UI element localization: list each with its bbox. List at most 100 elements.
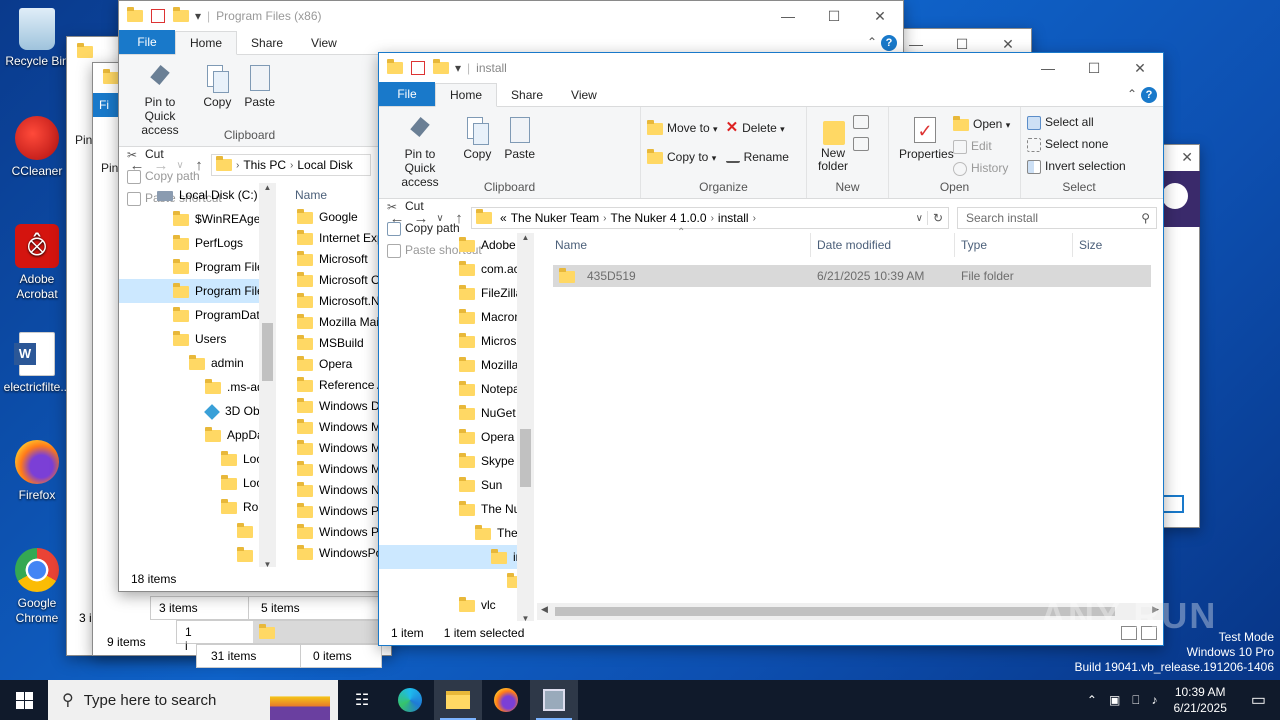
tab-view[interactable]: View: [297, 32, 351, 54]
file-list-item[interactable]: Microsoft O: [291, 270, 381, 291]
select-none-button[interactable]: Select none: [1027, 133, 1131, 155]
properties-check-icon[interactable]: [411, 61, 425, 75]
easy-access-icon[interactable]: [853, 137, 869, 151]
close-icon[interactable]: ✕: [1181, 149, 1193, 166]
ribbon-collapse-icon[interactable]: ⌃: [867, 35, 877, 49]
refresh-icon[interactable]: ↻: [926, 211, 948, 225]
file-list-item[interactable]: Mozilla Mai: [291, 312, 381, 333]
desktop-icon-chrome[interactable]: Google Chrome: [2, 548, 72, 626]
clock[interactable]: 10:39 AM 6/21/2025: [1173, 684, 1226, 716]
invert-selection-button[interactable]: Invert selection: [1027, 155, 1131, 177]
column-header-name[interactable]: Name: [291, 183, 381, 207]
file-list-item[interactable]: Windows M: [291, 438, 381, 459]
address-bar[interactable]: › This PC › Local Disk: [211, 154, 371, 176]
address-dropdown-icon[interactable]: ∨: [912, 213, 927, 224]
properties-button[interactable]: ✓ Properties: [895, 111, 954, 179]
breadcrumb-install[interactable]: install: [718, 211, 749, 225]
column-header-date[interactable]: Date modified: [811, 232, 955, 257]
tree-item[interactable]: .ms-ad: [119, 375, 259, 399]
new-folder-button[interactable]: New folder: [813, 111, 853, 177]
navigation-scrollbar[interactable]: ▲ ▼: [517, 233, 534, 623]
tree-item[interactable]: Adobe: [119, 519, 259, 543]
tree-item[interactable]: vlc: [379, 593, 519, 617]
taskbar-edge[interactable]: [386, 680, 434, 720]
new-item-icon[interactable]: [853, 115, 869, 129]
copy-button[interactable]: Copy: [198, 59, 236, 113]
file-list-item[interactable]: Windows N: [291, 480, 381, 501]
notification-icon[interactable]: ▭: [1237, 690, 1280, 710]
new-folder-qa-icon[interactable]: [173, 7, 189, 22]
file-list-item[interactable]: Microsoft.N: [291, 291, 381, 312]
file-list-item[interactable]: Windows Ph: [291, 501, 386, 522]
desktop-icon-word-doc[interactable]: W electricfilte...: [2, 332, 72, 395]
tree-item[interactable]: The N: [379, 521, 519, 545]
tree-item[interactable]: Users: [119, 327, 259, 351]
tree-item[interactable]: insta: [379, 545, 519, 569]
tree-item[interactable]: ProgramData: [119, 303, 259, 327]
tree-item[interactable]: PerfLogs: [119, 231, 259, 255]
tree-item[interactable]: The Nu: [379, 497, 519, 521]
explorer-window-install[interactable]: ▾ | install — ☐ ✕ File Home Share View ⌃ ?…: [378, 52, 1164, 646]
breadcrumb-overflow[interactable]: «: [500, 211, 507, 225]
column-header-size[interactable]: Size: [1073, 233, 1153, 257]
breadcrumb-local-disk[interactable]: Local Disk: [297, 158, 352, 172]
ribbon-collapse-icon[interactable]: ⌃: [1127, 87, 1137, 101]
tray-device-icon[interactable]: ▣: [1103, 693, 1126, 707]
tab-home[interactable]: Home: [435, 83, 498, 107]
tree-item[interactable]: FileZilla: [379, 281, 519, 305]
delete-button[interactable]: ✕ Delete ▾: [726, 117, 789, 146]
taskbar-search-input[interactable]: ⚲ Type here to search: [48, 680, 338, 720]
column-header-type[interactable]: Type: [955, 232, 1073, 257]
copy-to-button[interactable]: Copy to ▾: [647, 146, 718, 168]
file-row[interactable]: 435D519 6/21/2025 10:39 AM File folder: [553, 265, 1151, 287]
file-list-item[interactable]: WindowsPo: [291, 543, 382, 564]
tree-item[interactable]: LocalLow: [119, 471, 259, 495]
minimize-icon[interactable]: —: [1025, 53, 1071, 83]
qa-dropdown-icon[interactable]: ▾: [455, 61, 461, 75]
tree-item[interactable]: NuGet: [379, 401, 519, 425]
tree-item[interactable]: admin: [119, 351, 259, 375]
close-icon[interactable]: ✕: [1117, 53, 1163, 83]
select-all-button[interactable]: Select all: [1027, 111, 1131, 133]
tree-item[interactable]: Macron: [379, 305, 519, 329]
desktop-icon-recycle-bin[interactable]: Recycle Bin: [2, 8, 72, 69]
breadcrumb-this-pc[interactable]: This PC: [243, 158, 286, 172]
breadcrumb-nuker-4[interactable]: The Nuker 4 1.0.0: [611, 211, 707, 225]
address-bar[interactable]: « The Nuker Team › The Nuker 4 1.0.0 › i…: [471, 207, 949, 229]
file-list-item[interactable]: Google: [291, 207, 381, 228]
tree-item[interactable]: Adobe: [379, 233, 519, 257]
file-list-item[interactable]: Windows M: [291, 459, 381, 480]
tree-item[interactable]: Notepa: [379, 377, 519, 401]
file-list-item[interactable]: Opera: [291, 354, 381, 375]
network-icon[interactable]: ⎕: [1126, 693, 1145, 708]
move-to-button[interactable]: Move to ▾: [647, 117, 718, 146]
dialog-window-bg[interactable]: ✕: [1160, 144, 1200, 528]
close-icon[interactable]: ✕: [857, 1, 903, 31]
file-list-item[interactable]: MSBuild: [291, 333, 381, 354]
tree-item[interactable]: com.ac: [379, 257, 519, 281]
tree-item[interactable]: $WinREAgent: [119, 207, 259, 231]
maximize-icon[interactable]: ☐: [811, 1, 857, 31]
cut-button[interactable]: ✂ Cut: [127, 143, 222, 165]
new-folder-qa-icon[interactable]: [433, 59, 449, 74]
tab-home[interactable]: Home: [175, 31, 238, 55]
search-input[interactable]: Search install ⚲: [957, 207, 1157, 229]
tree-item[interactable]: AppData: [119, 423, 259, 447]
tree-item[interactable]: 3D Objects: [119, 399, 259, 423]
help-icon[interactable]: ?: [881, 35, 897, 51]
file-list-item[interactable]: Windows Po: [291, 522, 386, 543]
tab-share[interactable]: Share: [497, 84, 557, 106]
tree-item[interactable]: Roaming: [119, 495, 259, 519]
desktop-icon-ccleaner[interactable]: CCleaner: [2, 116, 72, 179]
file-list-item[interactable]: Internet Exp: [291, 228, 384, 249]
history-button[interactable]: History: [953, 157, 1010, 179]
file-list-item[interactable]: Microsoft: [291, 249, 381, 270]
cut-button[interactable]: ✂ Cut: [387, 195, 482, 217]
file-list-item[interactable]: Windows M: [291, 417, 381, 438]
taskbar-file-explorer[interactable]: [434, 680, 482, 720]
paste-button[interactable]: Paste: [500, 111, 540, 165]
maximize-icon[interactable]: ☐: [1071, 53, 1117, 83]
tree-item[interactable]: Local: [119, 447, 259, 471]
properties-check-icon[interactable]: [151, 9, 165, 23]
tree-item[interactable]: com.ac: [119, 543, 259, 567]
